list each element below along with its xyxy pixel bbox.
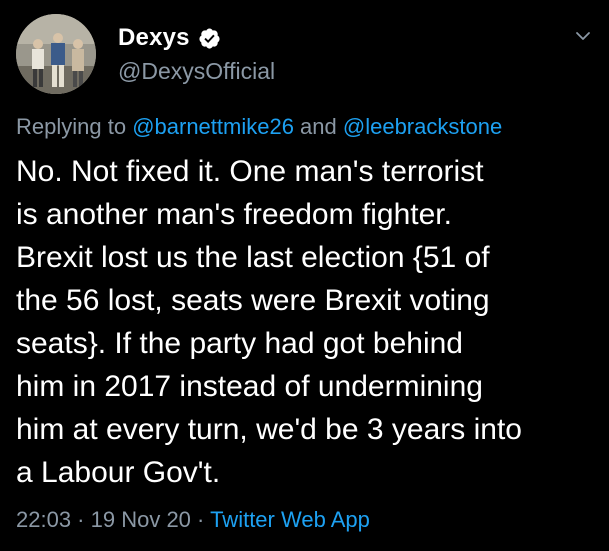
meta-separator: · [190, 507, 211, 532]
name-row: Dexys [118, 24, 221, 52]
avatar[interactable] [16, 14, 96, 94]
replying-to-label: Replying to [16, 114, 133, 139]
mention-link[interactable]: @barnettmike26 [132, 114, 294, 139]
tweet-meta: 22:03 · 19 Nov 20 · Twitter Web App [16, 507, 370, 533]
replying-to: Replying to @barnettmike26 and @leebrack… [16, 114, 502, 140]
tweet-date[interactable]: 19 Nov 20 [91, 507, 191, 532]
user-handle[interactable]: @DexysOfficial [118, 58, 275, 85]
tweet-text: No. Not fixed it. One man's terrorist is… [16, 155, 522, 489]
chevron-down-icon[interactable] [573, 26, 593, 46]
display-name[interactable]: Dexys [118, 24, 190, 52]
tweet-time[interactable]: 22:03 [16, 507, 71, 532]
replying-to-conjunction: and [293, 114, 343, 139]
verified-badge-icon [198, 27, 221, 50]
tweet-card: Dexys @DexysOfficial Replying to @barnet… [0, 0, 609, 551]
meta-separator: · [71, 507, 91, 532]
source-app-link[interactable]: Twitter Web App [210, 507, 370, 532]
mention-link[interactable]: @leebrackstone [343, 114, 502, 139]
